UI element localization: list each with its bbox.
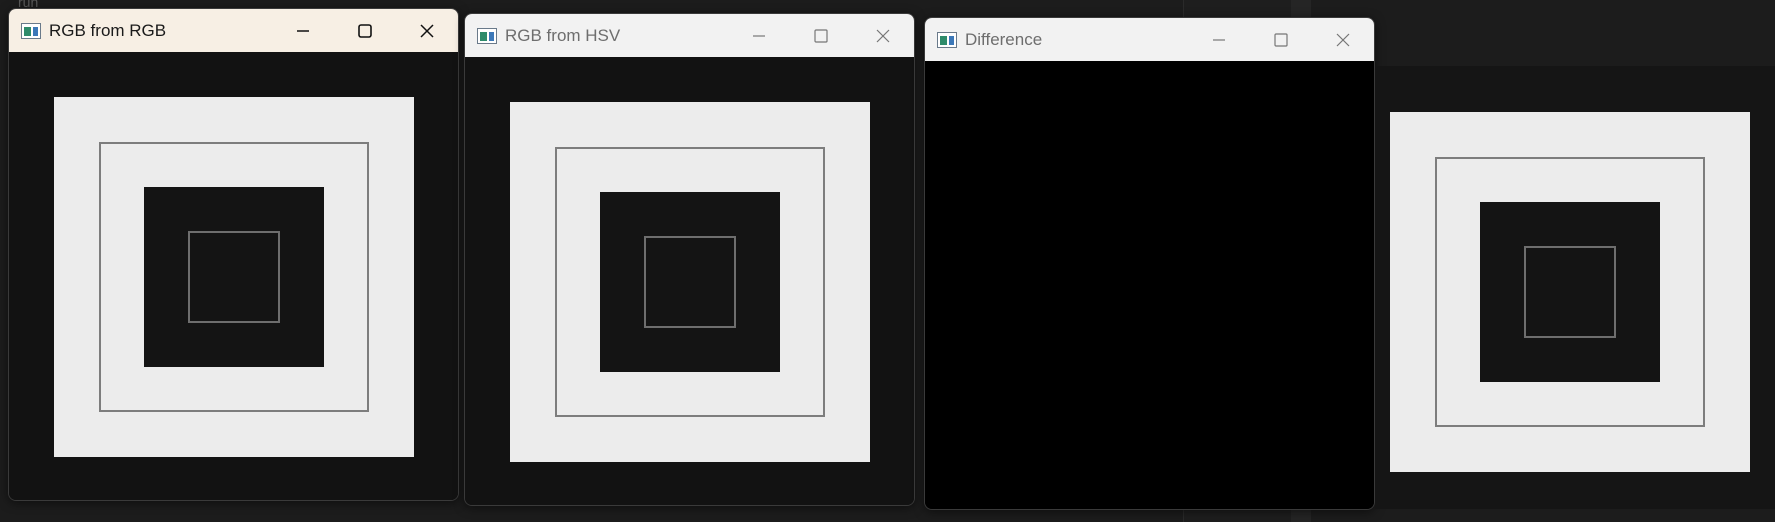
inner-thin-square [188, 231, 280, 323]
maximize-icon [814, 28, 828, 43]
title-bar[interactable]: RGB from HSV [465, 14, 914, 57]
close-icon [1336, 33, 1350, 46]
close-button[interactable] [852, 14, 914, 57]
app-icon [21, 22, 41, 39]
frameless-image [1375, 66, 1775, 509]
window-title: Difference [965, 29, 1043, 49]
minimize-icon [753, 34, 765, 37]
minimize-button[interactable] [728, 14, 790, 57]
title-bar[interactable]: Difference [925, 18, 1374, 61]
window-rgb-from-rgb[interactable]: RGB from RGB [8, 8, 459, 501]
inner-thin-square [644, 236, 736, 328]
close-icon [876, 29, 890, 42]
window-title: RGB from HSV [505, 25, 621, 45]
maximize-button[interactable] [1250, 18, 1312, 61]
window-controls [1188, 18, 1374, 61]
maximize-button[interactable] [790, 14, 852, 57]
close-button[interactable] [1312, 18, 1374, 61]
title-bar[interactable]: RGB from RGB [9, 9, 458, 52]
maximize-button[interactable] [334, 9, 396, 52]
close-button[interactable] [396, 9, 458, 52]
maximize-icon [1274, 32, 1288, 47]
window-rgb-from-hsv[interactable]: RGB from HSV [464, 13, 915, 506]
minimize-button[interactable] [1188, 18, 1250, 61]
difference-image-view [925, 61, 1374, 509]
minimize-icon [1213, 38, 1225, 41]
desktop: run RGB from RGB RGB from HSV Difference [0, 0, 1775, 522]
app-icon [937, 31, 957, 48]
window-difference[interactable]: Difference [924, 17, 1375, 510]
window-title: RGB from RGB [49, 20, 167, 40]
minimize-button[interactable] [272, 9, 334, 52]
minimize-icon [297, 29, 309, 32]
app-icon [477, 27, 497, 44]
inner-thin-square [1524, 246, 1616, 338]
close-icon [420, 23, 434, 38]
window-controls [272, 9, 458, 52]
maximize-icon [358, 23, 372, 38]
image-view [9, 52, 458, 500]
window-controls [728, 14, 914, 57]
image-view [465, 57, 914, 505]
